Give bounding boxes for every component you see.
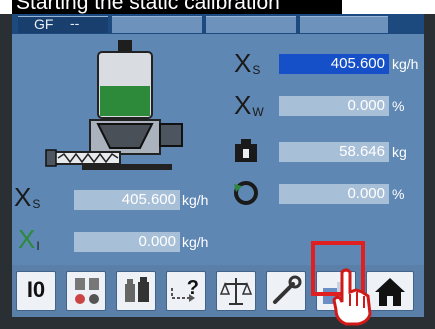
xs-symbol: XS xyxy=(234,48,261,81)
xs-symbol-sub: S xyxy=(252,63,261,77)
tab-3[interactable] xyxy=(206,16,296,33)
totalizer-value: 0.000 xyxy=(138,233,176,250)
tools-button[interactable] xyxy=(266,271,306,311)
feed-rate-value: 405.600 xyxy=(330,55,385,72)
weight-icon xyxy=(235,139,257,162)
xi-symbol-sub: I xyxy=(36,239,40,253)
hopper-fill-level xyxy=(100,86,150,116)
feeder-settings-button[interactable] xyxy=(66,271,106,311)
help-button[interactable]: ? xyxy=(166,271,206,311)
deviation-unit: % xyxy=(392,98,405,114)
xw-symbol: XW xyxy=(234,90,264,123)
pointing-hand-icon xyxy=(332,268,372,326)
deviation-value: 0.000 xyxy=(347,97,385,114)
deviation-value-field[interactable]: 0.000 xyxy=(279,96,389,116)
io-button[interactable]: I0 xyxy=(16,271,56,311)
bags-button[interactable] xyxy=(116,271,156,311)
bags-icon xyxy=(125,277,149,302)
speed-icon xyxy=(234,181,258,205)
totalizer-value-field[interactable]: 0.000 xyxy=(74,232,180,252)
wrench-icon xyxy=(273,275,302,304)
xw-symbol-letter: X xyxy=(234,90,252,120)
speed-value: 0.000 xyxy=(347,185,385,202)
xs-left-symbol-letter: X xyxy=(14,182,32,212)
feeder-base xyxy=(82,164,172,170)
tab-2[interactable] xyxy=(112,16,202,33)
xw-symbol-sub: W xyxy=(252,105,264,119)
speed-value-field[interactable]: 0.000 xyxy=(279,184,389,204)
weight-value: 58.646 xyxy=(339,143,385,160)
xs-symbol-letter: X xyxy=(234,48,252,78)
weight-unit: kg xyxy=(392,144,407,160)
calibration-button[interactable] xyxy=(216,271,256,311)
help-arrow-icon xyxy=(171,288,195,302)
xi-symbol-letter: X xyxy=(18,224,36,254)
screw-outlet xyxy=(45,149,57,167)
io-button-label: I0 xyxy=(26,277,46,302)
tab-4[interactable] xyxy=(300,16,388,33)
xs-left-symbol-sub: S xyxy=(32,197,41,211)
home-icon xyxy=(375,278,405,306)
caption-text: Starting the static calibration xyxy=(16,0,280,14)
feeder-motor xyxy=(159,123,183,147)
speed-unit: % xyxy=(392,186,405,202)
feed-rate-value-field[interactable]: 405.600 xyxy=(279,54,389,74)
totalizer-unit: kg/h xyxy=(182,234,209,250)
xs-left-symbol: XS xyxy=(14,182,41,215)
feeder-illustration xyxy=(45,40,183,170)
feed-rate-unit: kg/h xyxy=(392,56,419,72)
weight-value-field[interactable]: 58.646 xyxy=(279,142,389,162)
setpoint-unit: kg/h xyxy=(182,192,209,208)
xi-symbol: XI xyxy=(18,224,40,257)
tab-gf-indicator: -- xyxy=(70,15,80,31)
scale-icon xyxy=(219,278,253,305)
setpoint-value-field[interactable]: 405.600 xyxy=(74,190,180,210)
setpoint-value: 405.600 xyxy=(121,191,176,208)
feeder-settings-icon xyxy=(75,278,99,304)
tab-gf-label: GF xyxy=(34,16,54,32)
tab-bar: GF -- xyxy=(12,14,424,34)
hopper-top xyxy=(118,40,132,52)
tab-gf[interactable]: GF -- xyxy=(18,15,108,33)
home-button[interactable] xyxy=(366,271,414,311)
